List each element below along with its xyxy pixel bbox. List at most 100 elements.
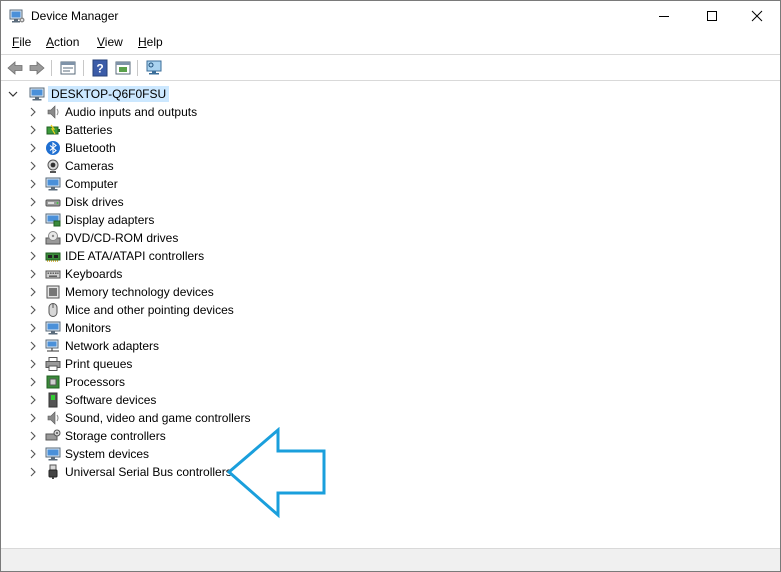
minimize-icon <box>659 16 669 17</box>
tree-category-label: Keyboards <box>65 267 123 281</box>
tree-root[interactable]: DESKTOP-Q6F0FSU <box>7 85 170 103</box>
toolbar: ? <box>1 54 780 81</box>
chevron-right-icon[interactable] <box>27 106 39 118</box>
tree-category-label: IDE ATA/ATAPI controllers <box>65 249 205 263</box>
tree-root-label[interactable]: DESKTOP-Q6F0FSU <box>48 86 170 102</box>
keyboard-icon <box>45 270 61 279</box>
tree-category[interactable]: IDE ATA/ATAPI controllers <box>27 247 204 265</box>
chevron-right-icon[interactable] <box>27 322 39 334</box>
device-tree[interactable]: DESKTOP-Q6F0FSU Audio inputs and outputs… <box>1 82 780 547</box>
tree-category[interactable]: Batteries <box>27 121 112 139</box>
chevron-right-icon[interactable] <box>27 124 39 136</box>
usb-icon <box>48 464 58 479</box>
chevron-right-icon[interactable] <box>27 286 39 298</box>
toolbar-separator <box>51 60 52 76</box>
chevron-right-icon[interactable] <box>27 394 39 406</box>
title-bar[interactable]: Device Manager <box>1 1 780 31</box>
tree-category-label: Mice and other pointing devices <box>65 303 234 317</box>
tree-category-label: Display adapters <box>65 213 155 227</box>
tree-category-label: Processors <box>65 375 126 389</box>
tree-category[interactable]: Storage controllers <box>27 427 166 445</box>
menu-view-label: iew <box>104 35 123 49</box>
battery-icon <box>46 124 60 135</box>
ide-controller-icon <box>45 252 61 262</box>
tree-category-label: Universal Serial Bus controllers <box>65 465 232 479</box>
maximize-icon <box>707 11 717 21</box>
tree-category[interactable]: Print queues <box>27 355 132 373</box>
tree-category-label: DVD/CD-ROM drives <box>65 231 179 245</box>
dvd-drive-icon <box>45 231 61 245</box>
forward-arrow-icon[interactable] <box>28 59 46 77</box>
close-button[interactable] <box>734 1 780 31</box>
chevron-right-icon[interactable] <box>27 178 39 190</box>
chevron-right-icon[interactable] <box>27 250 39 262</box>
back-arrow-icon[interactable] <box>6 59 24 77</box>
speaker-icon <box>47 105 59 119</box>
update-driver-icon[interactable] <box>114 59 132 77</box>
menu-view[interactable]: View <box>97 35 123 49</box>
monitor-icon <box>45 321 61 335</box>
tree-category[interactable]: Mice and other pointing devices <box>27 301 234 319</box>
tree-category[interactable]: System devices <box>27 445 149 463</box>
tree-category-label: Audio inputs and outputs <box>65 105 198 119</box>
tree-category-label: Software devices <box>65 393 157 407</box>
tree-category-label: Network adapters <box>65 339 160 353</box>
chevron-down-icon[interactable] <box>7 88 19 100</box>
tree-category[interactable]: Disk drives <box>27 193 124 211</box>
tree-category[interactable]: Processors <box>27 373 125 391</box>
tree-category[interactable]: Keyboards <box>27 265 122 283</box>
computer-icon <box>45 177 61 191</box>
tree-category[interactable]: Display adapters <box>27 211 154 229</box>
sound-controller-icon <box>47 411 59 425</box>
chevron-right-icon[interactable] <box>27 142 39 154</box>
tree-category[interactable]: Memory technology devices <box>27 283 214 301</box>
menu-file[interactable]: File <box>12 35 31 49</box>
tree-category-label: Batteries <box>65 123 113 137</box>
scan-hardware-icon[interactable] <box>145 59 163 77</box>
tree-category[interactable]: Audio inputs and outputs <box>27 103 197 121</box>
printer-icon <box>45 357 61 371</box>
tree-category[interactable]: Cameras <box>27 157 114 175</box>
disk-drive-icon <box>45 199 61 207</box>
toolbar-separator <box>137 60 138 76</box>
menu-view-mnemonic: V <box>97 35 105 49</box>
tree-category[interactable]: Network adapters <box>27 337 159 355</box>
tree-category[interactable]: Bluetooth <box>27 139 116 157</box>
tree-category[interactable]: Monitors <box>27 319 111 337</box>
menu-action[interactable]: Action <box>46 35 79 49</box>
chevron-right-icon[interactable] <box>27 196 39 208</box>
chevron-right-icon[interactable] <box>27 232 39 244</box>
chevron-right-icon[interactable] <box>27 376 39 388</box>
tree-category[interactable]: DVD/CD-ROM drives <box>27 229 178 247</box>
chevron-right-icon[interactable] <box>27 214 39 226</box>
chevron-right-icon[interactable] <box>27 340 39 352</box>
tree-category[interactable]: Software devices <box>27 391 156 409</box>
chevron-right-icon[interactable] <box>27 358 39 370</box>
minimize-button[interactable] <box>641 1 687 31</box>
storage-controller-icon <box>45 429 61 441</box>
network-adapter-icon <box>45 339 59 352</box>
tree-category-label: Memory technology devices <box>65 285 214 299</box>
menu-action-mnemonic: A <box>46 35 55 49</box>
menu-help-label: elp <box>146 35 163 49</box>
maximize-button[interactable] <box>689 1 735 31</box>
menu-action-label: ction <box>54 35 80 49</box>
chevron-right-icon[interactable] <box>27 466 39 478</box>
help-icon[interactable]: ? <box>91 59 109 77</box>
tree-category[interactable]: Sound, video and game controllers <box>27 409 250 427</box>
chevron-right-icon[interactable] <box>27 268 39 280</box>
properties-icon[interactable] <box>59 59 77 77</box>
chevron-right-icon[interactable] <box>27 160 39 172</box>
menu-help[interactable]: Help <box>138 35 163 49</box>
tree-category-label: Computer <box>65 177 118 191</box>
tree-category-label: Disk drives <box>65 195 124 209</box>
chevron-right-icon[interactable] <box>27 430 39 442</box>
chevron-right-icon[interactable] <box>27 412 39 424</box>
tree-category[interactable]: Computer <box>27 175 118 193</box>
chevron-right-icon[interactable] <box>27 448 39 460</box>
tree-category[interactable]: Universal Serial Bus controllers <box>27 463 232 481</box>
chevron-right-icon[interactable] <box>27 304 39 316</box>
processor-icon <box>46 375 60 389</box>
menu-file-label: ile <box>19 35 32 49</box>
software-device-icon <box>48 392 58 408</box>
